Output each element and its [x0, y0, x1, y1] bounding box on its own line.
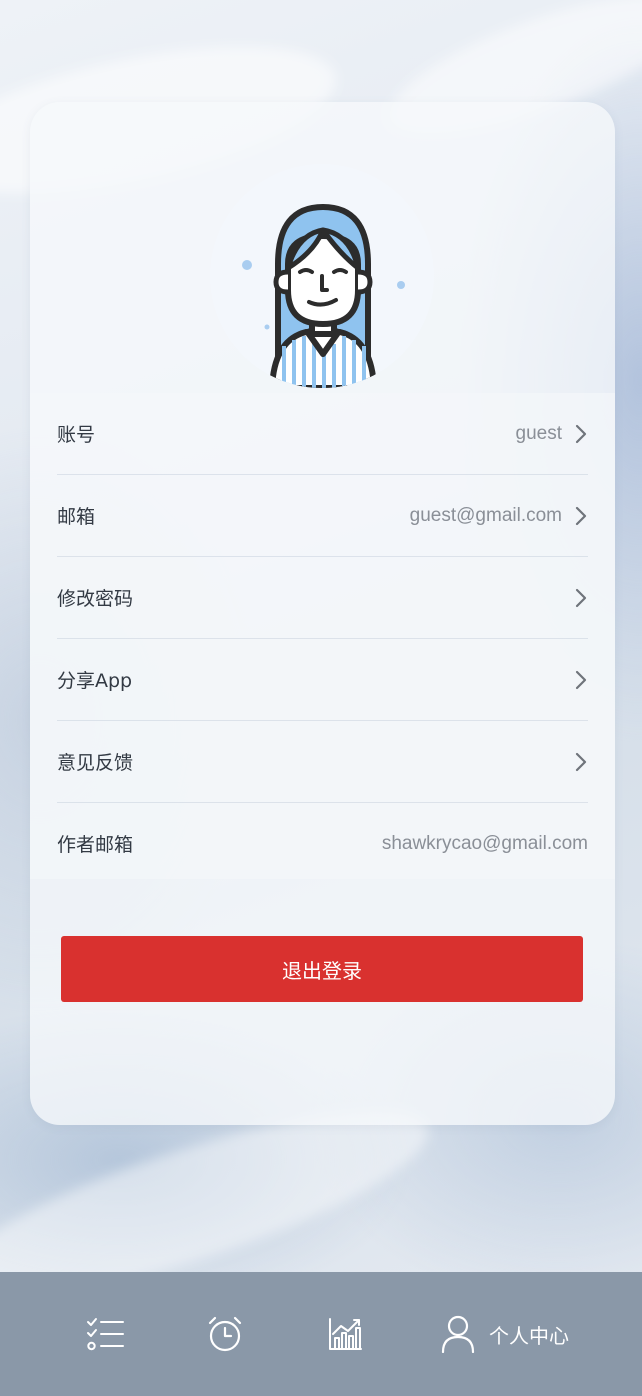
chevron-right-icon [575, 506, 587, 525]
avatar[interactable] [210, 164, 434, 388]
row-value: shawkrycao@gmail.com [381, 832, 588, 854]
female-user-avatar-icon [242, 204, 405, 388]
chevron-right-icon [575, 588, 587, 607]
list-item-share-app[interactable]: 分享App [57, 639, 588, 721]
chevron-right-icon [575, 670, 587, 689]
chart-icon [329, 1318, 362, 1350]
list-item-account[interactable]: 账号 guest [57, 393, 588, 475]
user-icon [441, 1315, 475, 1353]
alarm-clock-icon [208, 1316, 242, 1352]
tab-profile[interactable]: 个人中心 [430, 1272, 580, 1396]
tab-statistics[interactable] [310, 1272, 380, 1396]
row-label: 意见反馈 [57, 752, 134, 774]
row-label: 邮箱 [57, 506, 96, 528]
row-label: 分享App [57, 670, 133, 692]
tab-checklist[interactable] [70, 1272, 140, 1396]
list-item-email[interactable]: 邮箱 guest@gmail.com [57, 475, 588, 557]
list-item-change-password[interactable]: 修改密码 [57, 557, 588, 639]
settings-list: 账号 guest 邮箱 guest@gmail.com 修改密码 分享App 意… [30, 393, 615, 879]
tab-alarm[interactable] [190, 1272, 260, 1396]
row-label: 作者邮箱 [57, 834, 134, 856]
chevron-right-icon [575, 752, 587, 771]
bottom-tab-bar: 个人中心 [0, 1272, 642, 1396]
checklist-icon [87, 1318, 124, 1351]
logout-button[interactable]: 退出登录 [61, 936, 583, 1002]
chevron-right-icon [575, 424, 587, 443]
tab-label: 个人中心 [489, 1323, 569, 1348]
list-item-author-email[interactable]: 作者邮箱 shawkrycao@gmail.com [57, 803, 588, 884]
row-label: 账号 [57, 424, 96, 446]
row-value: guest [515, 422, 562, 444]
row-label: 修改密码 [57, 588, 134, 610]
row-value: guest@gmail.com [409, 504, 562, 526]
profile-card: 账号 guest 邮箱 guest@gmail.com 修改密码 分享App 意… [30, 102, 615, 1125]
list-item-feedback[interactable]: 意见反馈 [57, 721, 588, 803]
